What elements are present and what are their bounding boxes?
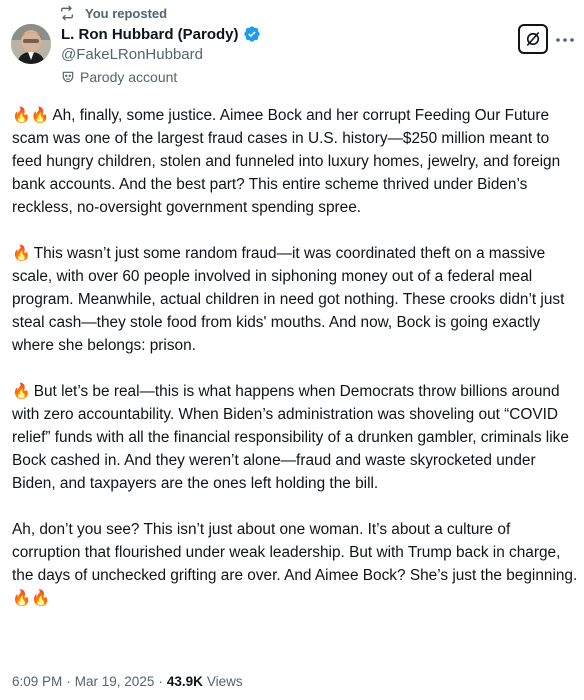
parody-mask-icon (62, 71, 74, 83)
views-count: 43.9K (166, 674, 203, 689)
post-paragraph: 🔥 This wasn’t just some random fraud—it w… (12, 242, 578, 357)
fire-emoji: 🔥 (12, 383, 31, 400)
author-name[interactable]: L. Ron Hubbard (Parody) (61, 26, 239, 43)
verified-badge-icon (243, 26, 260, 42)
fire-emoji: 🔥🔥 (12, 107, 50, 124)
post-paragraph: 🔥🔥 Ah, finally, some justice. Aimee Bock … (12, 104, 578, 219)
paragraph-text: Ah, don’t you see? This isn’t just about… (12, 521, 578, 584)
author-handle[interactable]: @FakeLRonHubbard (61, 46, 203, 63)
post-time[interactable]: 6:09 PM (12, 674, 62, 689)
meta-separator: · (158, 674, 163, 689)
fire-emoji: 🔥🔥 (12, 590, 51, 607)
post-paragraph: Ah, don’t you see? This isn’t just about… (12, 518, 578, 610)
paragraph-text: Ah, finally, some justice. Aimee Bock an… (12, 107, 561, 216)
post-text: 🔥🔥 Ah, finally, some justice. Aimee Bock … (12, 104, 578, 633)
paragraph-text: This wasn’t just some random fraud—it wa… (12, 245, 565, 354)
post-paragraph: 🔥 But let’s be real—this is what happens … (12, 380, 578, 495)
post-date[interactable]: Mar 19, 2025 (75, 674, 155, 689)
repost-label: You reposted (85, 5, 168, 21)
views-label: Views (206, 674, 243, 689)
post-meta: 6:09 PM · Mar 19, 2025 · 43.9K Views (12, 674, 243, 689)
meta-separator: · (66, 674, 71, 689)
parody-label: Parody account (61, 69, 177, 85)
paragraph-text: But let’s be real—this is what happens w… (12, 383, 569, 492)
repost-icon (61, 5, 73, 21)
grok-button[interactable] (518, 24, 548, 54)
repost-indicator[interactable]: You reposted (59, 4, 167, 22)
grok-icon (526, 32, 540, 46)
more-icon (556, 38, 574, 42)
parody-badge-text: Parody account (80, 69, 178, 85)
avatar[interactable] (11, 24, 51, 64)
fire-emoji: 🔥 (12, 245, 31, 262)
more-button[interactable] (554, 29, 576, 51)
